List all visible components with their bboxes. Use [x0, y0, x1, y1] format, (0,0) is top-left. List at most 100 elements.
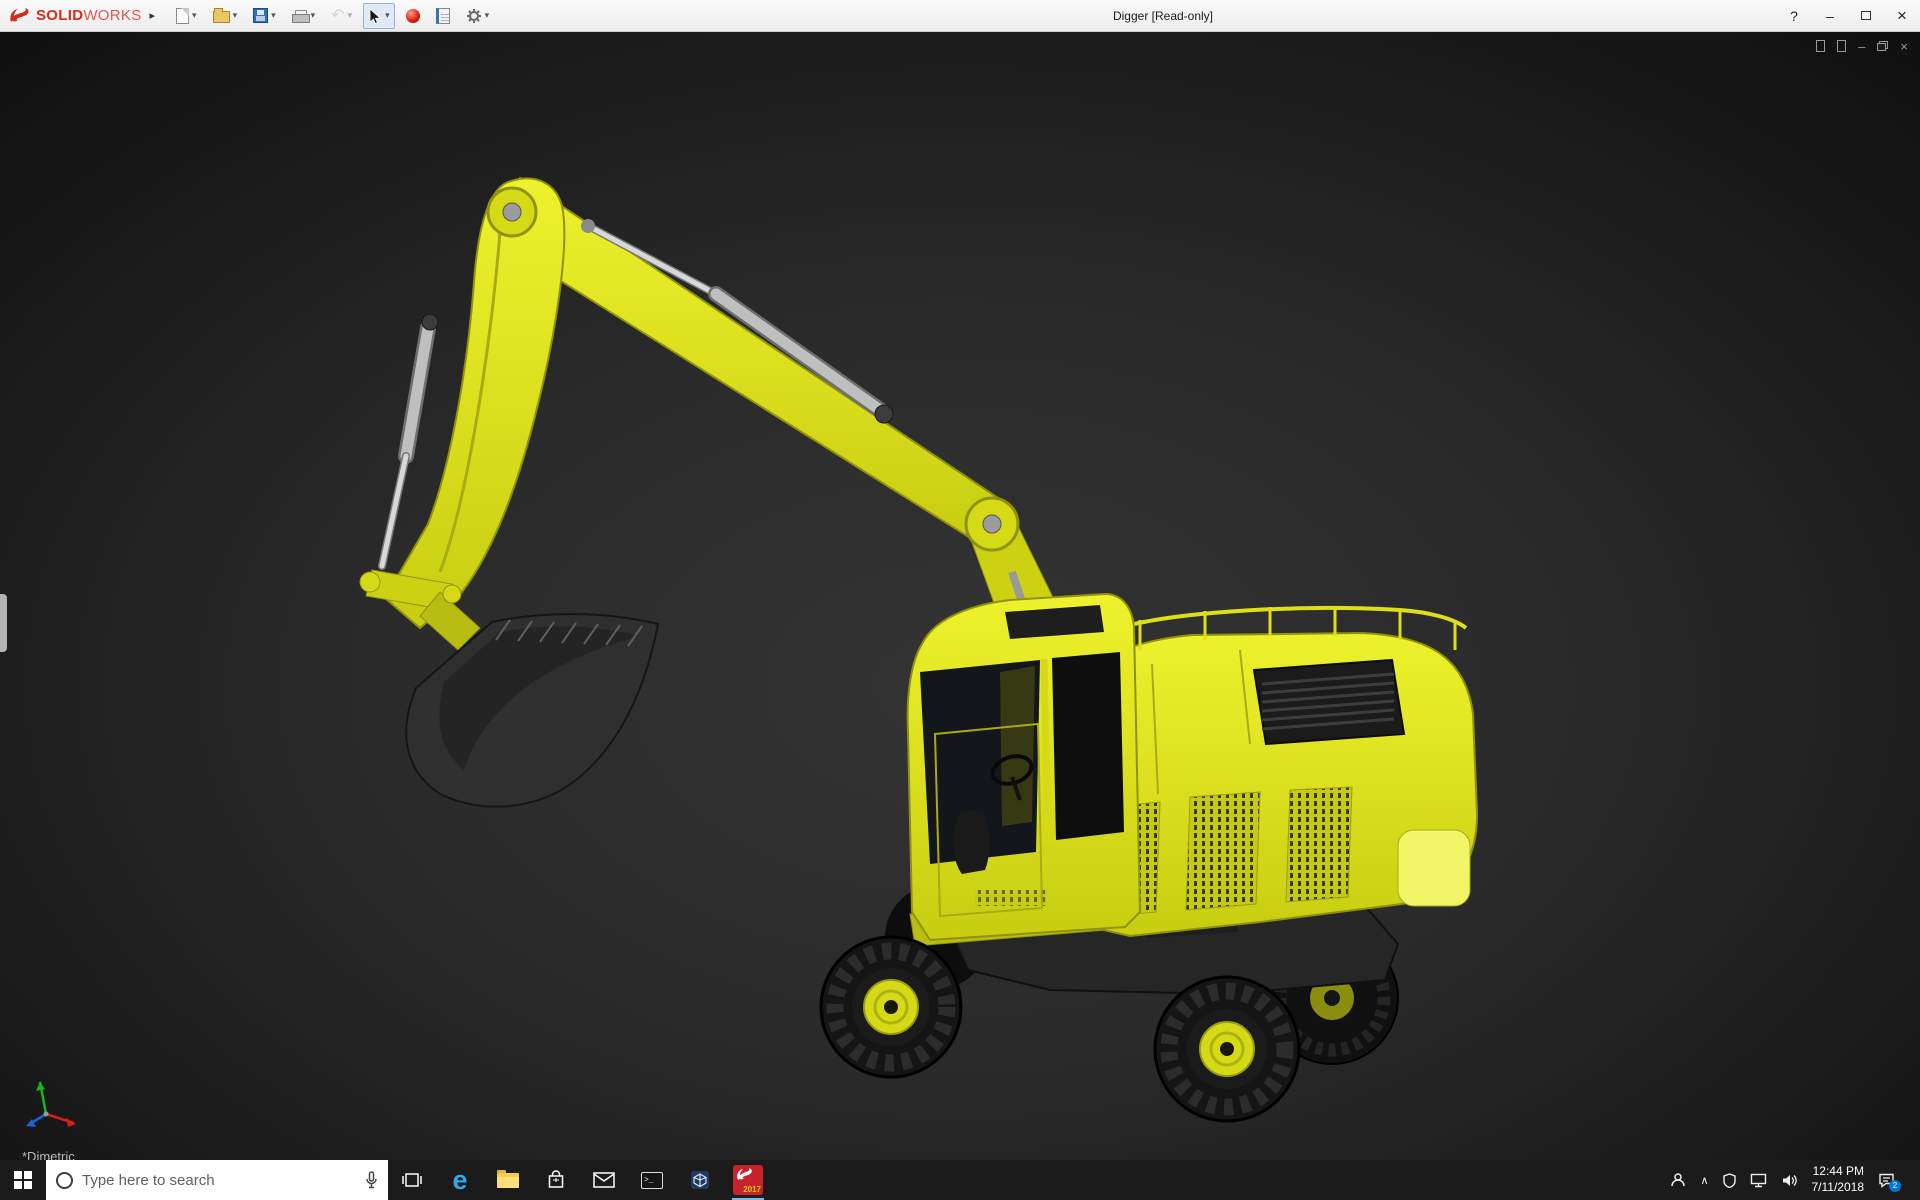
- store-button[interactable]: [532, 1160, 580, 1200]
- menu-flyout-arrow[interactable]: ▸: [148, 9, 166, 22]
- orientation-triad: [26, 1082, 76, 1127]
- people-button[interactable]: [1670, 1172, 1686, 1188]
- document-window-controls: – ×: [1816, 38, 1908, 54]
- solidworks-app-button[interactable]: 2017: [724, 1160, 772, 1200]
- taskbar-apps: e >_: [388, 1160, 772, 1200]
- wheel-front-left: [821, 937, 961, 1077]
- document-close-button[interactable]: ×: [1900, 38, 1908, 54]
- windows-logo-icon: [14, 1171, 32, 1189]
- appearance-button[interactable]: [401, 3, 425, 29]
- task-view-icon: [402, 1172, 422, 1188]
- seat: [953, 810, 989, 874]
- action-center-button[interactable]: 2: [1878, 1173, 1895, 1188]
- document-sheet-icon[interactable]: [1816, 38, 1825, 54]
- engine-vent: [1254, 660, 1404, 744]
- clock-date: 7/11/2018: [1812, 1180, 1865, 1196]
- new-document-icon: [176, 8, 189, 24]
- save-button[interactable]: ▾: [248, 3, 281, 29]
- cube-app-button[interactable]: [676, 1160, 724, 1200]
- start-button[interactable]: [0, 1160, 46, 1200]
- select-button[interactable]: ▾: [363, 3, 395, 29]
- search-input[interactable]: [82, 1172, 356, 1189]
- window-controls: ? – ×: [1776, 0, 1920, 31]
- taskbar-search[interactable]: [46, 1160, 388, 1200]
- tray-expand-button[interactable]: ∧: [1700, 1174, 1708, 1187]
- store-bag-icon: [546, 1170, 566, 1190]
- security-button[interactable]: [1723, 1173, 1736, 1188]
- options-button[interactable]: ▾: [461, 3, 495, 29]
- volume-button[interactable]: [1781, 1173, 1798, 1188]
- gear-icon: [466, 8, 482, 24]
- save-icon: [253, 8, 268, 23]
- console-button[interactable]: >_: [628, 1160, 676, 1200]
- solidworks-year-label: 2017: [743, 1185, 763, 1195]
- file-explorer-button[interactable]: [484, 1160, 532, 1200]
- print-caret[interactable]: ▾: [311, 11, 316, 20]
- window-title: Digger [Read-only]: [1113, 9, 1213, 23]
- body-house: [1085, 607, 1477, 936]
- notification-badge: 2: [1889, 1180, 1901, 1192]
- solidworks-swoosh-icon: [735, 1167, 753, 1183]
- undo-caret[interactable]: ▾: [348, 11, 353, 20]
- help-button[interactable]: ?: [1776, 0, 1812, 31]
- solidworks-app-icon: 2017: [733, 1165, 763, 1195]
- rear-panel: [1398, 830, 1470, 906]
- document-sheet2-icon[interactable]: [1837, 38, 1846, 54]
- clock-time: 12:44 PM: [1813, 1164, 1864, 1180]
- viewport[interactable]: – ×: [0, 32, 1920, 1160]
- brand-solid: SOLID: [36, 7, 83, 24]
- document-restore-button[interactable]: [1877, 38, 1888, 54]
- brand-text: SOLIDWORKS: [36, 7, 142, 24]
- boom-arm: [360, 178, 1070, 650]
- select-cursor-icon: [368, 8, 382, 24]
- new-document-caret[interactable]: ▾: [192, 11, 197, 20]
- excavator-model: [360, 178, 1477, 1121]
- edge-button[interactable]: e: [436, 1160, 484, 1200]
- print-icon: [292, 10, 308, 24]
- edge-icon: e: [452, 1167, 467, 1194]
- open-button[interactable]: ▾: [208, 3, 243, 29]
- restore-icon: [1877, 41, 1888, 51]
- report-icon: [436, 8, 450, 24]
- task-view-button[interactable]: [388, 1160, 436, 1200]
- print-button[interactable]: ▾: [287, 3, 321, 29]
- file-explorer-icon: [497, 1173, 519, 1188]
- title-bar: SOLIDWORKS ▸ ▾ ▾ ▾ ▾ ↶ ▾ ▾: [0, 0, 1920, 32]
- solidworks-logo: SOLIDWORKS: [0, 6, 148, 26]
- console-icon: >_: [641, 1172, 663, 1189]
- save-caret[interactable]: ▾: [271, 11, 276, 20]
- new-document-button[interactable]: ▾: [171, 3, 202, 29]
- network-button[interactable]: [1750, 1173, 1767, 1188]
- mail-button[interactable]: [580, 1160, 628, 1200]
- maximize-button[interactable]: [1848, 0, 1884, 31]
- file-properties-button[interactable]: [431, 3, 455, 29]
- mail-icon: [593, 1172, 615, 1188]
- panel-collapse-tab[interactable]: [0, 594, 7, 652]
- select-caret[interactable]: ▾: [385, 11, 390, 20]
- minimize-button[interactable]: –: [1812, 0, 1848, 31]
- open-caret[interactable]: ▾: [233, 11, 238, 20]
- side-mesh-panels: [1104, 787, 1352, 917]
- system-tray: ∧ 12:44 PM 7/11/2018: [1670, 1160, 1920, 1200]
- document-minimize-button[interactable]: –: [1858, 38, 1865, 54]
- undo-icon: ↶: [331, 8, 344, 24]
- wheel-rear-left: [1155, 977, 1299, 1121]
- red-sphere-icon: [406, 9, 420, 23]
- undo-button[interactable]: ↶ ▾: [326, 3, 357, 29]
- view-orientation-label: *Dimetric: [22, 1149, 75, 1160]
- options-caret[interactable]: ▾: [485, 11, 490, 20]
- brand-works: WORKS: [83, 7, 141, 24]
- taskbar-clock[interactable]: 12:44 PM 7/11/2018: [1812, 1164, 1865, 1195]
- cube-icon: [690, 1170, 710, 1190]
- model-scene: [0, 32, 1920, 1160]
- bucket: [406, 614, 658, 807]
- cab-step-plate: [975, 890, 1047, 906]
- open-folder-icon: [213, 11, 230, 23]
- cortana-icon: [56, 1172, 73, 1189]
- microphone-icon[interactable]: [365, 1171, 378, 1189]
- maximize-icon: [1861, 11, 1871, 20]
- main-toolbar: ▾ ▾ ▾ ▾ ↶ ▾ ▾: [171, 3, 494, 29]
- volume-icon: [1781, 1173, 1798, 1188]
- taskbar: e >_: [0, 1160, 1920, 1200]
- close-button[interactable]: ×: [1884, 0, 1920, 31]
